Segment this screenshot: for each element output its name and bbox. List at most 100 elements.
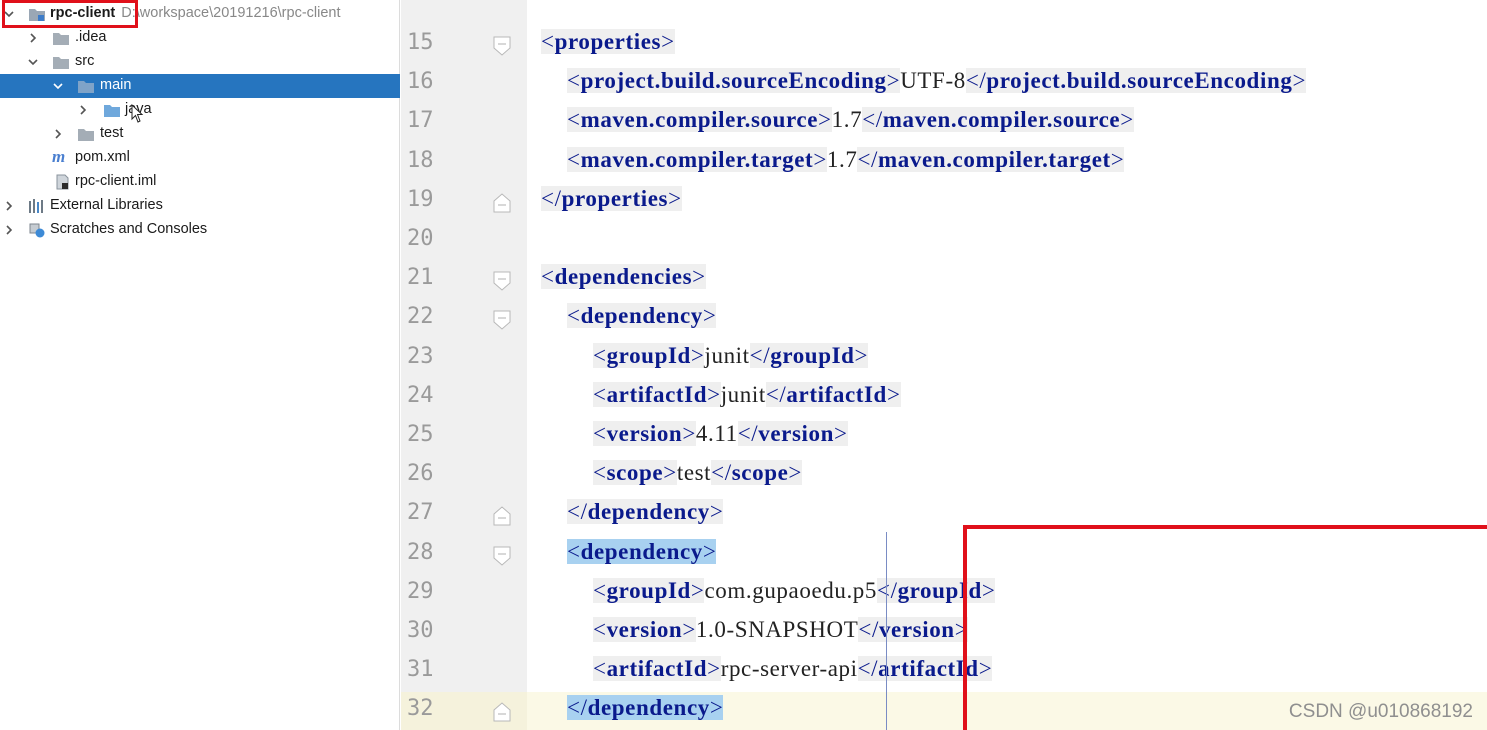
tree-item-main[interactable]: main <box>0 74 400 98</box>
xml-open-tag[interactable]: <artifactId> <box>593 656 721 681</box>
code-line[interactable]: 24 <artifactId>junit</artifactId> <box>401 379 1487 418</box>
tree-item-java[interactable]: java <box>0 98 400 122</box>
project-tree[interactable]: rpc-client D:\workspace\20191216\rpc-clie… <box>0 0 400 730</box>
xml-open-tag[interactable]: <groupId> <box>593 578 705 603</box>
fold-collapse-icon[interactable] <box>493 271 511 291</box>
chevron-down-icon[interactable] <box>27 56 39 68</box>
xml-close-tag[interactable]: </groupId> <box>749 343 869 368</box>
code-text[interactable]: <properties> <box>541 29 675 55</box>
code-text[interactable]: <maven.compiler.source>1.7</maven.compil… <box>567 107 1134 133</box>
chevron-right-icon[interactable] <box>3 200 15 212</box>
code-line[interactable]: 19 </properties> <box>401 183 1487 222</box>
xml-open-tag[interactable]: </dependency> <box>567 695 724 720</box>
xml-text-value[interactable]: 1.0-SNAPSHOT <box>696 617 858 642</box>
xml-text-value[interactable]: rpc-server-api <box>721 656 858 681</box>
tag-bracket: < <box>593 343 607 368</box>
tag-name: dependency <box>587 695 710 720</box>
xml-open-tag[interactable]: <maven.compiler.target> <box>567 147 827 172</box>
fold-end-icon[interactable] <box>493 193 511 213</box>
code-editor[interactable]: 14 15<properties>16<project.build.source… <box>401 0 1487 730</box>
xml-open-tag[interactable]: <artifactId> <box>593 382 721 407</box>
xml-open-tag[interactable]: <properties> <box>541 29 675 54</box>
xml-open-tag[interactable]: <version> <box>593 421 696 446</box>
ide-window: rpc-client D:\workspace\20191216\rpc-clie… <box>0 0 1487 730</box>
xml-text-value[interactable]: test <box>677 460 711 485</box>
code-line[interactable]: 23 <groupId>junit</groupId> <box>401 340 1487 379</box>
chevron-right-icon[interactable] <box>52 128 64 140</box>
xml-text-value[interactable]: junit <box>704 343 749 368</box>
tree-item-pom-xml[interactable]: m pom.xml <box>0 146 400 170</box>
xml-text-value[interactable]: 1.7 <box>827 147 858 172</box>
tag-bracket: < <box>593 421 607 446</box>
xml-open-tag[interactable]: <scope> <box>593 460 677 485</box>
fold-collapse-icon[interactable] <box>493 36 511 56</box>
code-line[interactable]: 14 <box>401 0 1487 12</box>
code-text[interactable]: <maven.compiler.target>1.7</maven.compil… <box>567 147 1125 173</box>
code-text[interactable]: <artifactId>junit</artifactId> <box>593 382 901 408</box>
tag-bracket: </ <box>567 695 588 720</box>
tree-item-idea[interactable]: .idea <box>0 26 400 50</box>
code-text[interactable]: <dependency> <box>567 303 717 329</box>
xml-close-tag[interactable]: </version> <box>737 421 848 446</box>
code-text[interactable]: <dependencies> <box>541 264 706 290</box>
xml-text-value[interactable]: junit <box>721 382 766 407</box>
code-text[interactable]: <scope>test</scope> <box>593 460 802 486</box>
tag-bracket: > <box>818 107 832 132</box>
tag-bracket: < <box>593 617 607 642</box>
xml-open-tag[interactable]: <maven.compiler.source> <box>567 107 832 132</box>
fold-collapse-icon[interactable] <box>493 546 511 566</box>
chevron-right-icon[interactable] <box>77 104 89 116</box>
code-line[interactable]: 25 <version>4.11</version> <box>401 418 1487 457</box>
tag-bracket: > <box>834 421 848 446</box>
xml-text-value[interactable]: com.gupaoedu.p5 <box>704 578 877 603</box>
tree-item-scratches-and-consoles[interactable]: Scratches and Consoles <box>0 218 400 242</box>
xml-open-tag[interactable]: <dependency> <box>567 303 717 328</box>
xml-text-value[interactable]: 1.7 <box>832 107 863 132</box>
code-text[interactable]: </dependency> <box>567 695 724 721</box>
code-line[interactable]: 15 <properties> <box>401 26 1487 65</box>
code-line[interactable]: 18 <maven.compiler.target>1.7</maven.comp… <box>401 144 1487 183</box>
code-text[interactable]: <version>4.11</version> <box>593 421 848 447</box>
tree-item-rpc-client-iml[interactable]: rpc-client.iml <box>0 170 400 194</box>
code-text[interactable]: <groupId>junit</groupId> <box>593 343 869 369</box>
code-line[interactable]: 22 <dependency> <box>401 300 1487 339</box>
xml-open-tag[interactable]: <dependency> <box>567 539 717 564</box>
code-text[interactable]: </dependency> <box>567 499 724 525</box>
fold-end-icon[interactable] <box>493 506 511 526</box>
tree-item-test[interactable]: test <box>0 122 400 146</box>
chevron-right-icon[interactable] <box>3 224 15 236</box>
chevron-down-icon[interactable] <box>52 80 64 92</box>
indent-guide <box>886 532 887 730</box>
code-line[interactable]: 21 <dependencies> <box>401 261 1487 300</box>
code-text[interactable]: </properties> <box>541 186 682 212</box>
code-line[interactable]: 16 <project.build.sourceEncoding>UTF-8</p… <box>401 65 1487 104</box>
xml-open-tag[interactable]: </properties> <box>541 186 682 211</box>
code-line[interactable]: 26 <scope>test</scope> <box>401 457 1487 496</box>
xml-close-tag[interactable]: </artifactId> <box>765 382 901 407</box>
xml-open-tag[interactable]: <version> <box>593 617 696 642</box>
line-number: 14 <box>407 0 434 2</box>
xml-close-tag[interactable]: </maven.compiler.source> <box>862 107 1134 132</box>
code-text[interactable]: <dependency> <box>567 539 717 565</box>
xml-text-value[interactable]: 4.11 <box>696 421 738 446</box>
code-line[interactable]: 17 <maven.compiler.source>1.7</maven.comp… <box>401 104 1487 143</box>
xml-open-tag[interactable]: <dependencies> <box>541 264 706 289</box>
code-text[interactable]: <version>1.0-SNAPSHOT</version> <box>593 617 969 643</box>
xml-open-tag[interactable]: <groupId> <box>593 343 705 368</box>
tree-item-src[interactable]: src <box>0 50 400 74</box>
fold-collapse-icon[interactable] <box>493 310 511 330</box>
code-text[interactable]: <artifactId>rpc-server-api</ artifactId> <box>593 656 993 682</box>
code-text[interactable]: <groupId>com.gupaoedu.p5</ groupId> <box>593 578 996 604</box>
xml-open-tag[interactable]: <project.build.sourceEncoding> <box>567 68 901 93</box>
code-line[interactable]: 20 <box>401 222 1487 261</box>
xml-text-value[interactable]: UTF-8 <box>900 68 966 93</box>
code-text[interactable]: <project.build.sourceEncoding>UTF-8</pro… <box>567 68 1307 94</box>
fold-end-icon[interactable] <box>493 702 511 722</box>
xml-close-tag[interactable]: </version> <box>858 617 969 642</box>
xml-close-tag[interactable]: </maven.compiler.target> <box>857 147 1125 172</box>
xml-close-tag[interactable]: </project.build.sourceEncoding> <box>965 68 1307 93</box>
xml-open-tag[interactable]: </dependency> <box>567 499 724 524</box>
chevron-right-icon[interactable] <box>27 32 39 44</box>
tree-item-external-libraries[interactable]: External Libraries <box>0 194 400 218</box>
xml-close-tag[interactable]: </scope> <box>711 460 802 485</box>
